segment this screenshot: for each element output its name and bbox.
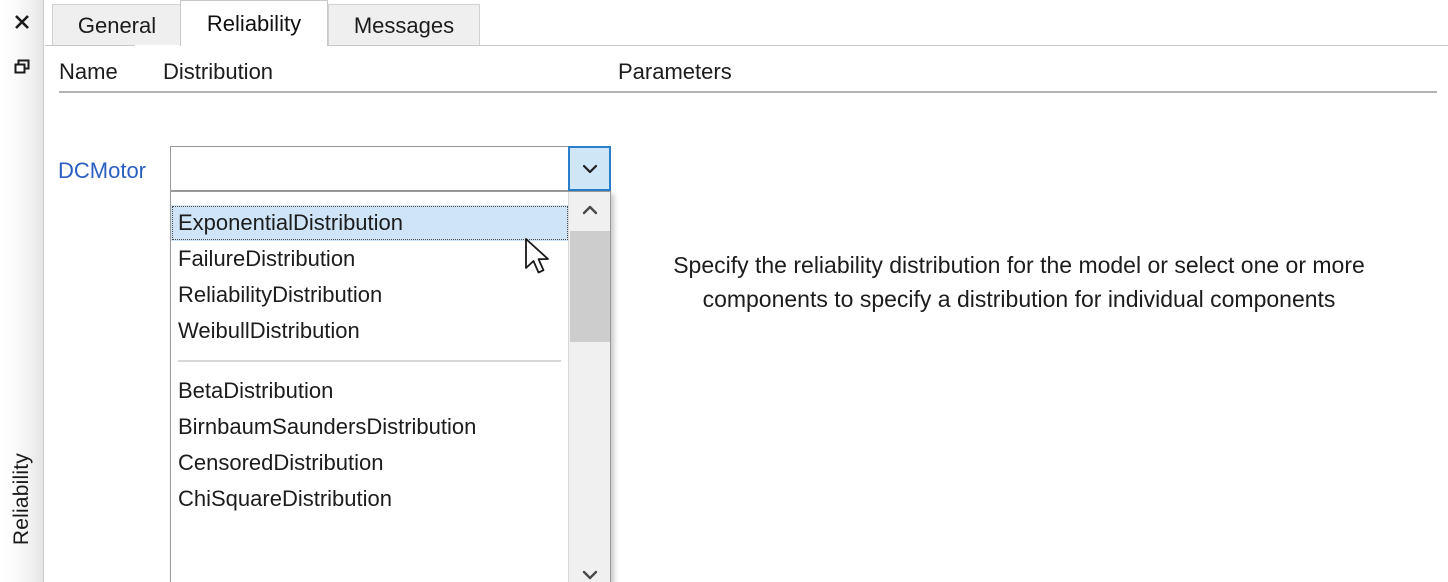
distribution-dropdown-popup[interactable]: ExponentialDistribution FailureDistribut… — [170, 191, 611, 582]
distribution-option-list[interactable]: ExponentialDistribution FailureDistribut… — [171, 192, 569, 582]
dock-label-reliability[interactable]: Reliability — [0, 424, 43, 574]
tab-reliability[interactable]: Reliability — [180, 0, 328, 46]
reliability-tab-panel: Name Distribution Parameters DCMotor Exp… — [45, 45, 1448, 582]
list-item[interactable]: BirnbaumSaundersDistribution — [171, 409, 569, 445]
dropdown-scrollbar[interactable] — [568, 192, 610, 582]
dock-label-text: Reliability — [9, 452, 33, 546]
restore-window-icon[interactable] — [0, 52, 43, 82]
column-header-distribution: Distribution — [163, 59, 274, 84]
chevron-up-icon[interactable] — [569, 192, 610, 228]
reliability-properties-panel: Reliability General Reliability Messages… — [0, 0, 1448, 582]
column-header-name: Name — [59, 59, 118, 84]
hint-line-2: components to specify a distribution for… — [702, 286, 1336, 312]
list-item[interactable]: ReliabilityDistribution — [171, 277, 569, 313]
tab-general[interactable]: General — [52, 4, 182, 46]
close-icon[interactable] — [0, 7, 43, 37]
chevron-down-icon[interactable] — [568, 146, 611, 191]
row-label-dcmotor: DCMotor — [58, 158, 147, 183]
list-group-separator — [178, 360, 561, 362]
column-header-parameters: Parameters — [618, 59, 732, 84]
list-item[interactable]: CensoredDistribution — [171, 445, 569, 481]
header-divider — [59, 91, 1437, 93]
list-top-padding — [171, 192, 569, 205]
tab-strip: General Reliability Messages — [45, 0, 1448, 46]
tab-reliability-label: Reliability — [206, 10, 302, 36]
list-item[interactable]: ExponentialDistribution — [171, 205, 569, 241]
hint-line-1: Specify the reliability distribution for… — [673, 252, 1365, 278]
list-item[interactable]: WeibullDistribution — [171, 313, 569, 349]
left-dock: Reliability — [0, 0, 44, 582]
distribution-combobox-value[interactable] — [177, 147, 566, 190]
tab-general-label: General — [77, 12, 157, 38]
list-item[interactable]: BetaDistribution — [171, 373, 569, 409]
distribution-combobox[interactable] — [170, 146, 611, 191]
chevron-down-icon[interactable] — [569, 557, 610, 582]
hint-text: Specify the reliability distribution for… — [619, 248, 1419, 316]
tab-messages-label: Messages — [353, 12, 455, 38]
list-item[interactable]: ChiSquareDistribution — [171, 481, 569, 517]
scrollbar-thumb[interactable] — [570, 231, 610, 342]
list-item[interactable]: FailureDistribution — [171, 241, 569, 277]
tab-messages[interactable]: Messages — [328, 4, 480, 46]
